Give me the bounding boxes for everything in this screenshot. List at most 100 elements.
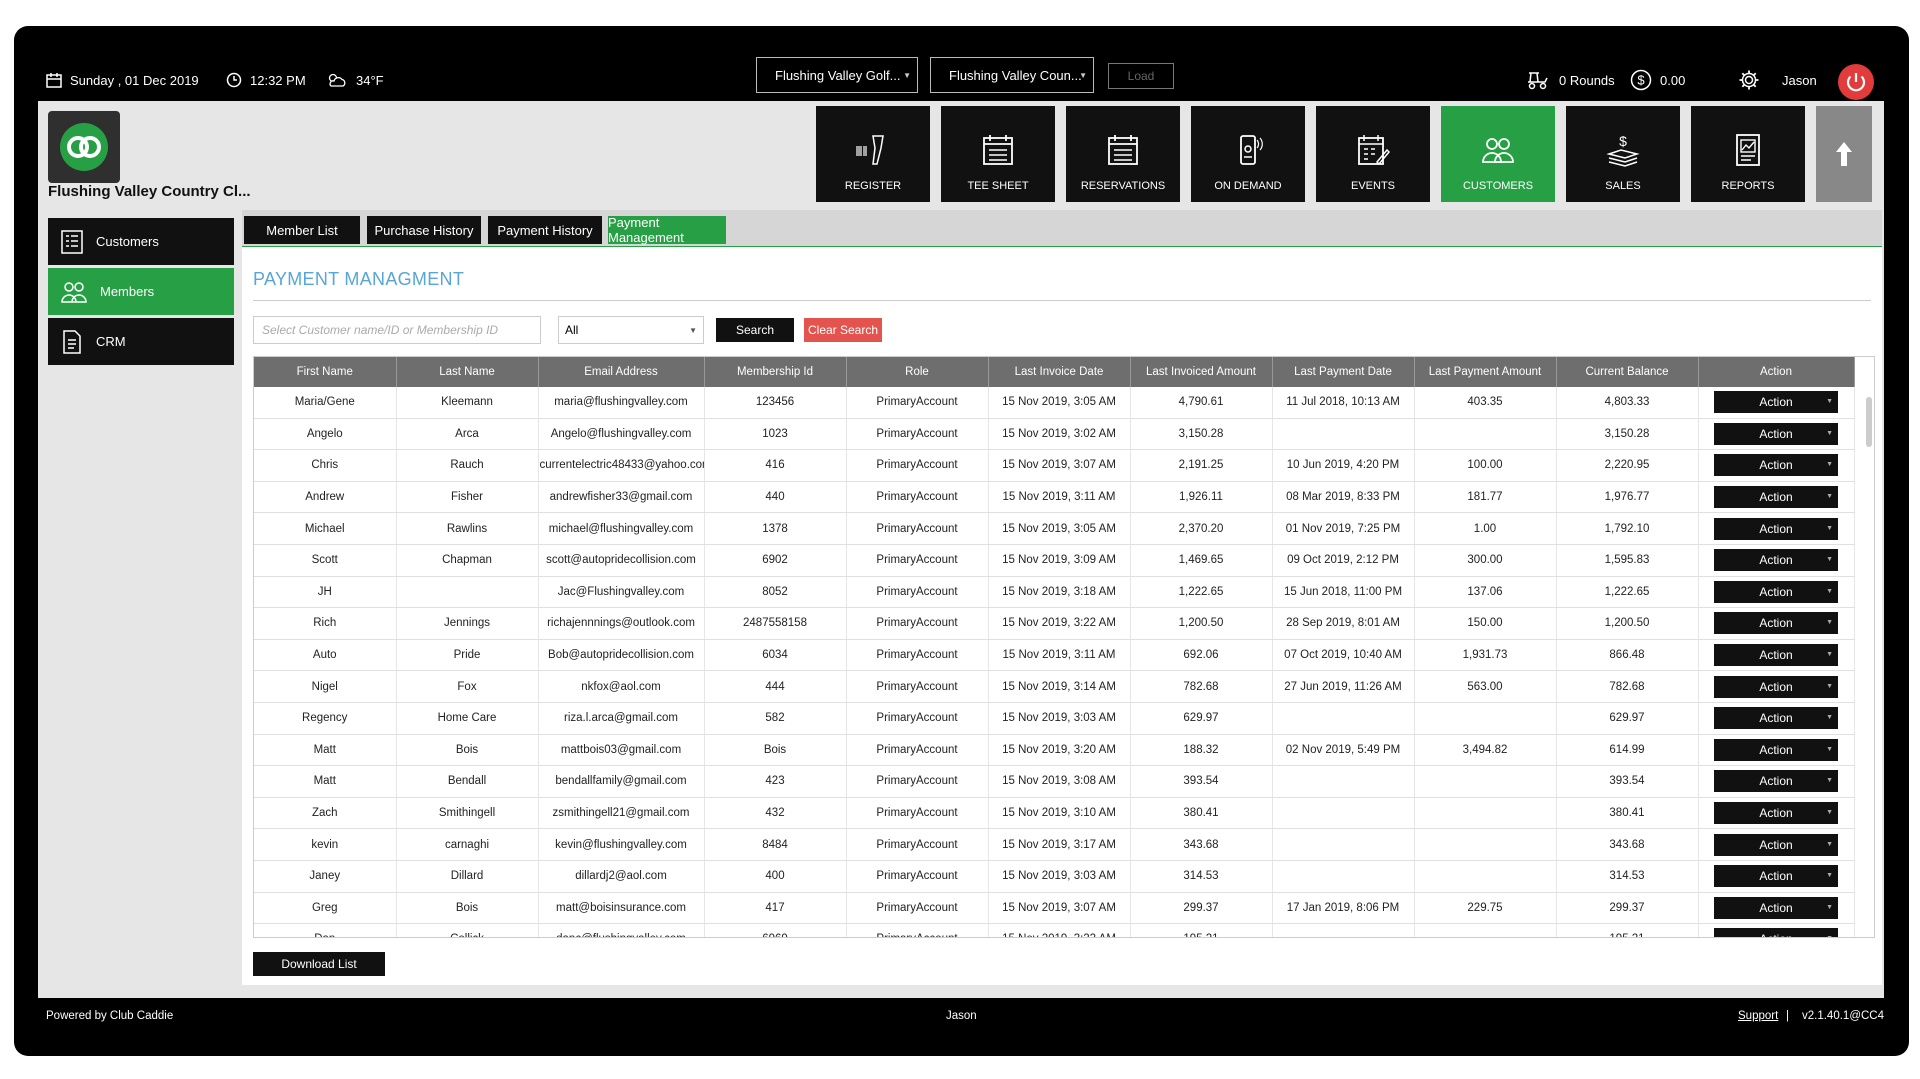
- table-cell: 15 Nov 2019, 3:11 AM: [988, 481, 1131, 514]
- chevron-down-icon: ▼: [1826, 619, 1833, 627]
- action-dropdown-button[interactable]: Action ▼: [1714, 486, 1838, 509]
- table-cell: 6034: [704, 639, 847, 672]
- sidebar-item-crm[interactable]: CRM: [48, 318, 234, 365]
- chevron-down-icon: ▼: [1826, 714, 1833, 722]
- table-cell: [396, 576, 539, 609]
- table-cell: PrimaryAccount: [846, 765, 989, 798]
- nav-tee-sheet[interactable]: TEE SHEET: [941, 106, 1055, 202]
- power-icon[interactable]: [1838, 64, 1874, 100]
- column-header[interactable]: Last Invoiced Amount: [1130, 357, 1273, 387]
- action-label: Action: [1759, 616, 1793, 631]
- nav-on-demand[interactable]: ON DEMAND: [1191, 106, 1305, 202]
- date-text: Sunday , 01 Dec 2019: [70, 72, 199, 88]
- tab-purchase-history[interactable]: Purchase History: [367, 216, 481, 244]
- column-header[interactable]: Last Payment Date: [1272, 357, 1415, 387]
- search-button[interactable]: Search: [716, 318, 794, 342]
- action-dropdown-button[interactable]: Action ▼: [1714, 454, 1838, 477]
- column-header[interactable]: Last Payment Amount: [1414, 357, 1557, 387]
- column-header[interactable]: Action: [1698, 357, 1855, 387]
- table-row: Maria/Gene Kleemann maria@flushingvalley.c…: [254, 387, 1855, 419]
- column-header[interactable]: Role: [846, 357, 989, 387]
- action-dropdown-button[interactable]: Action ▼: [1714, 802, 1838, 825]
- tab-payment-history[interactable]: Payment History: [488, 216, 602, 244]
- column-header[interactable]: Current Balance: [1556, 357, 1699, 387]
- filter-select[interactable]: All ▼: [558, 316, 704, 344]
- action-dropdown-button[interactable]: Action ▼: [1714, 612, 1838, 635]
- nav-register[interactable]: REGISTER: [816, 106, 930, 202]
- column-header[interactable]: Last Invoice Date: [988, 357, 1131, 387]
- nav-events[interactable]: EVENTS: [1316, 106, 1430, 202]
- club-select[interactable]: Flushing Valley Coun... ▼: [930, 57, 1094, 93]
- column-header[interactable]: Last Name: [396, 357, 539, 387]
- column-header[interactable]: Email Address: [538, 357, 705, 387]
- table-cell: PrimaryAccount: [846, 418, 989, 451]
- sidebar-item-members[interactable]: Members: [48, 268, 234, 315]
- clock-icon: [226, 72, 242, 88]
- action-dropdown-button[interactable]: Action ▼: [1714, 580, 1838, 603]
- table-cell: Bendall: [396, 765, 539, 798]
- action-dropdown-button[interactable]: Action ▼: [1714, 896, 1838, 919]
- customer-search-input[interactable]: [253, 316, 541, 344]
- action-dropdown-button[interactable]: Action ▼: [1714, 391, 1838, 414]
- nav-customers[interactable]: CUSTOMERS: [1441, 106, 1555, 202]
- table-cell: [1272, 860, 1415, 893]
- temperature-text: 34°F: [356, 72, 384, 88]
- support-link[interactable]: Support: [1738, 1010, 1778, 1022]
- action-cell: Action ▼: [1698, 512, 1855, 545]
- table-scrollbar[interactable]: [1866, 397, 1872, 447]
- rounds-text: 0 Rounds: [1559, 72, 1615, 88]
- action-dropdown-button[interactable]: Action ▼: [1714, 422, 1838, 445]
- club-caddie-logo-icon: [60, 123, 108, 171]
- table-row: DanCollickdanc@flushingvalley.com6969Pri…: [254, 923, 1855, 937]
- table-cell: Chapman: [396, 544, 539, 577]
- action-dropdown-button[interactable]: Action ▼: [1714, 865, 1838, 888]
- table-cell: 15 Nov 2019, 3:05 AM: [988, 512, 1131, 545]
- nav-reports[interactable]: REPORTS: [1691, 106, 1805, 202]
- action-dropdown-button[interactable]: Action ▼: [1714, 738, 1838, 761]
- power-button[interactable]: [1838, 62, 1874, 102]
- action-dropdown-button[interactable]: Action ▼: [1714, 675, 1838, 698]
- tab-member-list[interactable]: Member List: [244, 216, 360, 244]
- table-cell: 393.54: [1556, 765, 1699, 798]
- tab-payment-management[interactable]: Payment Management: [608, 215, 726, 245]
- user-name[interactable]: Jason: [1782, 60, 1817, 100]
- table-cell: 1.00: [1414, 512, 1557, 545]
- sidebar-item-customers[interactable]: Customers: [48, 218, 234, 265]
- table-cell: Nigel: [254, 670, 397, 703]
- download-list-button[interactable]: Download List: [253, 952, 385, 976]
- action-dropdown-button[interactable]: Action ▼: [1714, 707, 1838, 730]
- gear-icon[interactable]: [1738, 69, 1760, 91]
- action-dropdown-button[interactable]: Action ▼: [1714, 833, 1838, 856]
- table-cell: 4,790.61: [1130, 387, 1273, 419]
- nav-on-demand-label: ON DEMAND: [1214, 180, 1282, 192]
- column-header[interactable]: Membership Id: [704, 357, 847, 387]
- load-button[interactable]: Load: [1108, 63, 1174, 89]
- column-header[interactable]: First Name: [254, 357, 397, 387]
- settings-button[interactable]: [1738, 60, 1760, 100]
- table-cell: 343.68: [1556, 828, 1699, 861]
- table-cell: [1414, 860, 1557, 893]
- action-cell: Action ▼: [1698, 797, 1855, 830]
- chevron-down-icon: ▼: [1826, 651, 1833, 659]
- action-dropdown-button[interactable]: Action ▼: [1714, 517, 1838, 540]
- chevron-down-icon: ▼: [1826, 809, 1833, 817]
- scroll-up-button[interactable]: [1816, 106, 1872, 202]
- amount-display: $ 0.00: [1630, 60, 1685, 100]
- clear-search-button[interactable]: Clear Search: [804, 318, 882, 342]
- action-dropdown-button[interactable]: Action ▼: [1714, 644, 1838, 667]
- table-row: Angelo Arca Angelo@flushingvalley.com 1023 P…: [254, 418, 1855, 451]
- table-cell: PrimaryAccount: [846, 702, 989, 735]
- action-dropdown-button[interactable]: Action ▼: [1714, 549, 1838, 572]
- chevron-down-icon: ▼: [903, 71, 911, 80]
- nav-reservations[interactable]: RESERVATIONS: [1066, 106, 1180, 202]
- course-select[interactable]: Flushing Valley Golf... ▼: [756, 57, 918, 93]
- nav-sales[interactable]: $ SALES: [1566, 106, 1680, 202]
- action-label: Action: [1759, 679, 1793, 694]
- action-dropdown-button[interactable]: Action ▼: [1714, 770, 1838, 793]
- table-cell: 01 Nov 2019, 7:25 PM: [1272, 512, 1415, 545]
- table-cell: nkfox@aol.com: [538, 670, 705, 703]
- action-dropdown-button[interactable]: Action ▼: [1714, 928, 1838, 937]
- chevron-down-icon: ▼: [689, 326, 697, 335]
- payment-table-container[interactable]: First Name Last Name Email Address Membersh…: [253, 356, 1875, 938]
- action-label: Action: [1759, 521, 1793, 536]
